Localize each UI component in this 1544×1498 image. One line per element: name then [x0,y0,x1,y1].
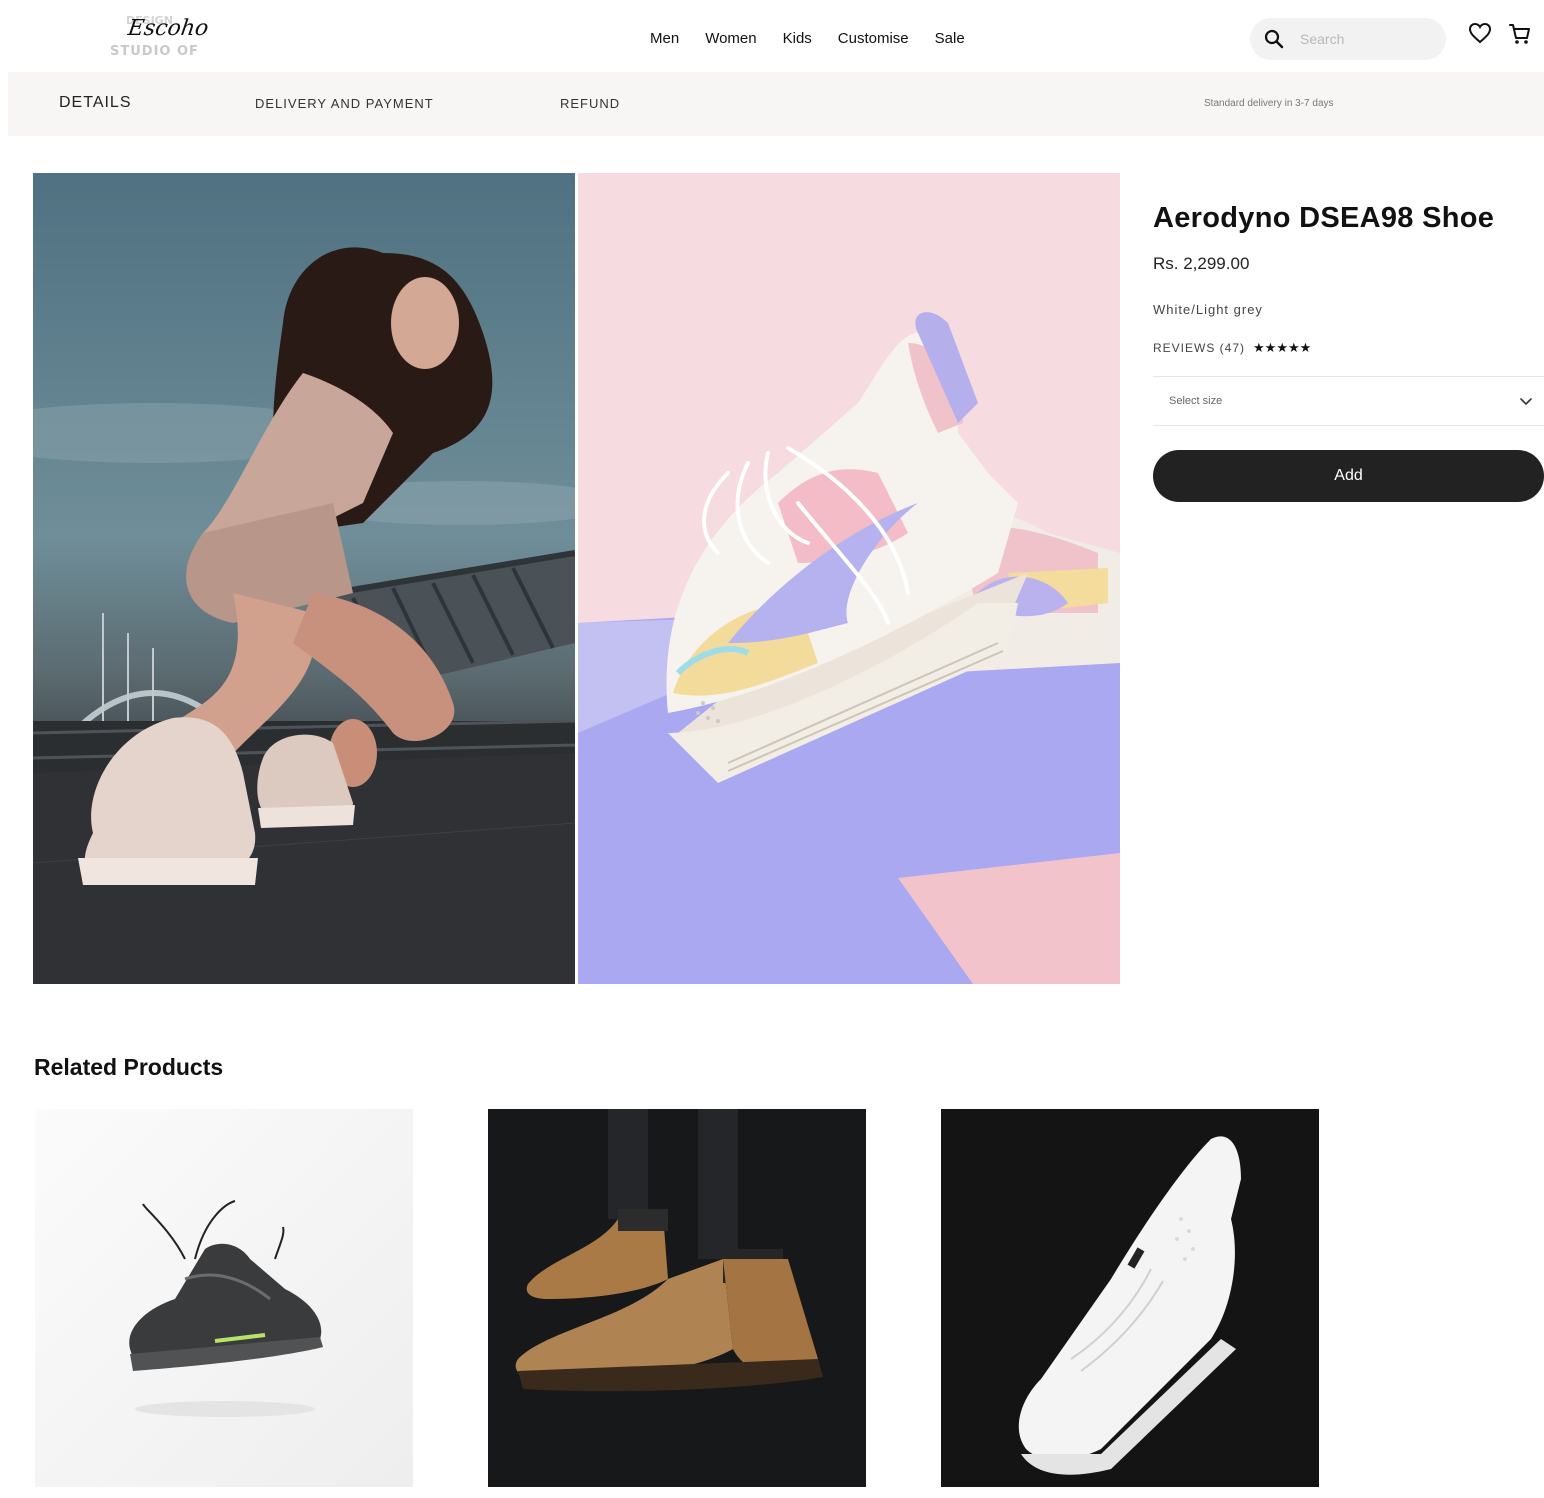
size-select[interactable]: Select size [1153,376,1544,426]
product-photo-shoe[interactable] [578,173,1120,984]
product-color: White/Light grey [1153,302,1263,317]
related-product-card[interactable] [35,1109,413,1487]
search-box [1250,18,1446,60]
reviews-label: REVIEWS (47) [1153,341,1246,355]
search-input[interactable] [1300,29,1430,49]
related-product-card[interactable] [941,1109,1319,1487]
site-header: DESIGN Escoho STUDIO OF Men Women Kids C… [8,0,1544,72]
nav-sale[interactable]: Sale [935,30,965,47]
product-photo-model[interactable] [33,173,575,984]
cart-icon[interactable] [1508,22,1532,51]
tab-refund[interactable]: REFUND [560,96,620,111]
related-products-title: Related Products [34,1054,224,1080]
related-product-card[interactable] [488,1109,866,1487]
nav-kids[interactable]: Kids [783,30,812,47]
tab-details[interactable]: DETAILS [59,94,132,112]
product-price: Rs. 2,299.00 [1153,254,1250,273]
chevron-down-icon [1518,393,1534,414]
product-tab-bar: DETAILS DELIVERY AND PAYMENT REFUND Stan… [8,72,1544,136]
nav-men[interactable]: Men [650,30,679,47]
product-reviews[interactable]: REVIEWS (47) ★★★★★ [1153,340,1311,356]
nav-women[interactable]: Women [705,30,756,47]
add-to-cart-button[interactable]: Add [1153,450,1544,502]
brand-logo[interactable]: DESIGN Escoho STUDIO OF [110,14,220,64]
product-title: Aerodyno DSEA98 Shoe [1153,202,1495,234]
heart-icon[interactable] [1468,22,1492,49]
main-nav: Men Women Kids Customise Sale [650,30,965,47]
nav-customise[interactable]: Customise [838,30,909,47]
logo-tagline: STUDIO OF [110,44,199,59]
tab-delivery-and-payment[interactable]: DELIVERY AND PAYMENT [255,96,434,111]
logo-script: Escoho [126,16,211,41]
search-icon[interactable] [1264,29,1284,54]
rating-stars-icon: ★★★★★ [1253,340,1312,355]
delivery-note: Standard delivery in 3-7 days [1204,98,1334,109]
size-select-label: Select size [1169,395,1223,407]
